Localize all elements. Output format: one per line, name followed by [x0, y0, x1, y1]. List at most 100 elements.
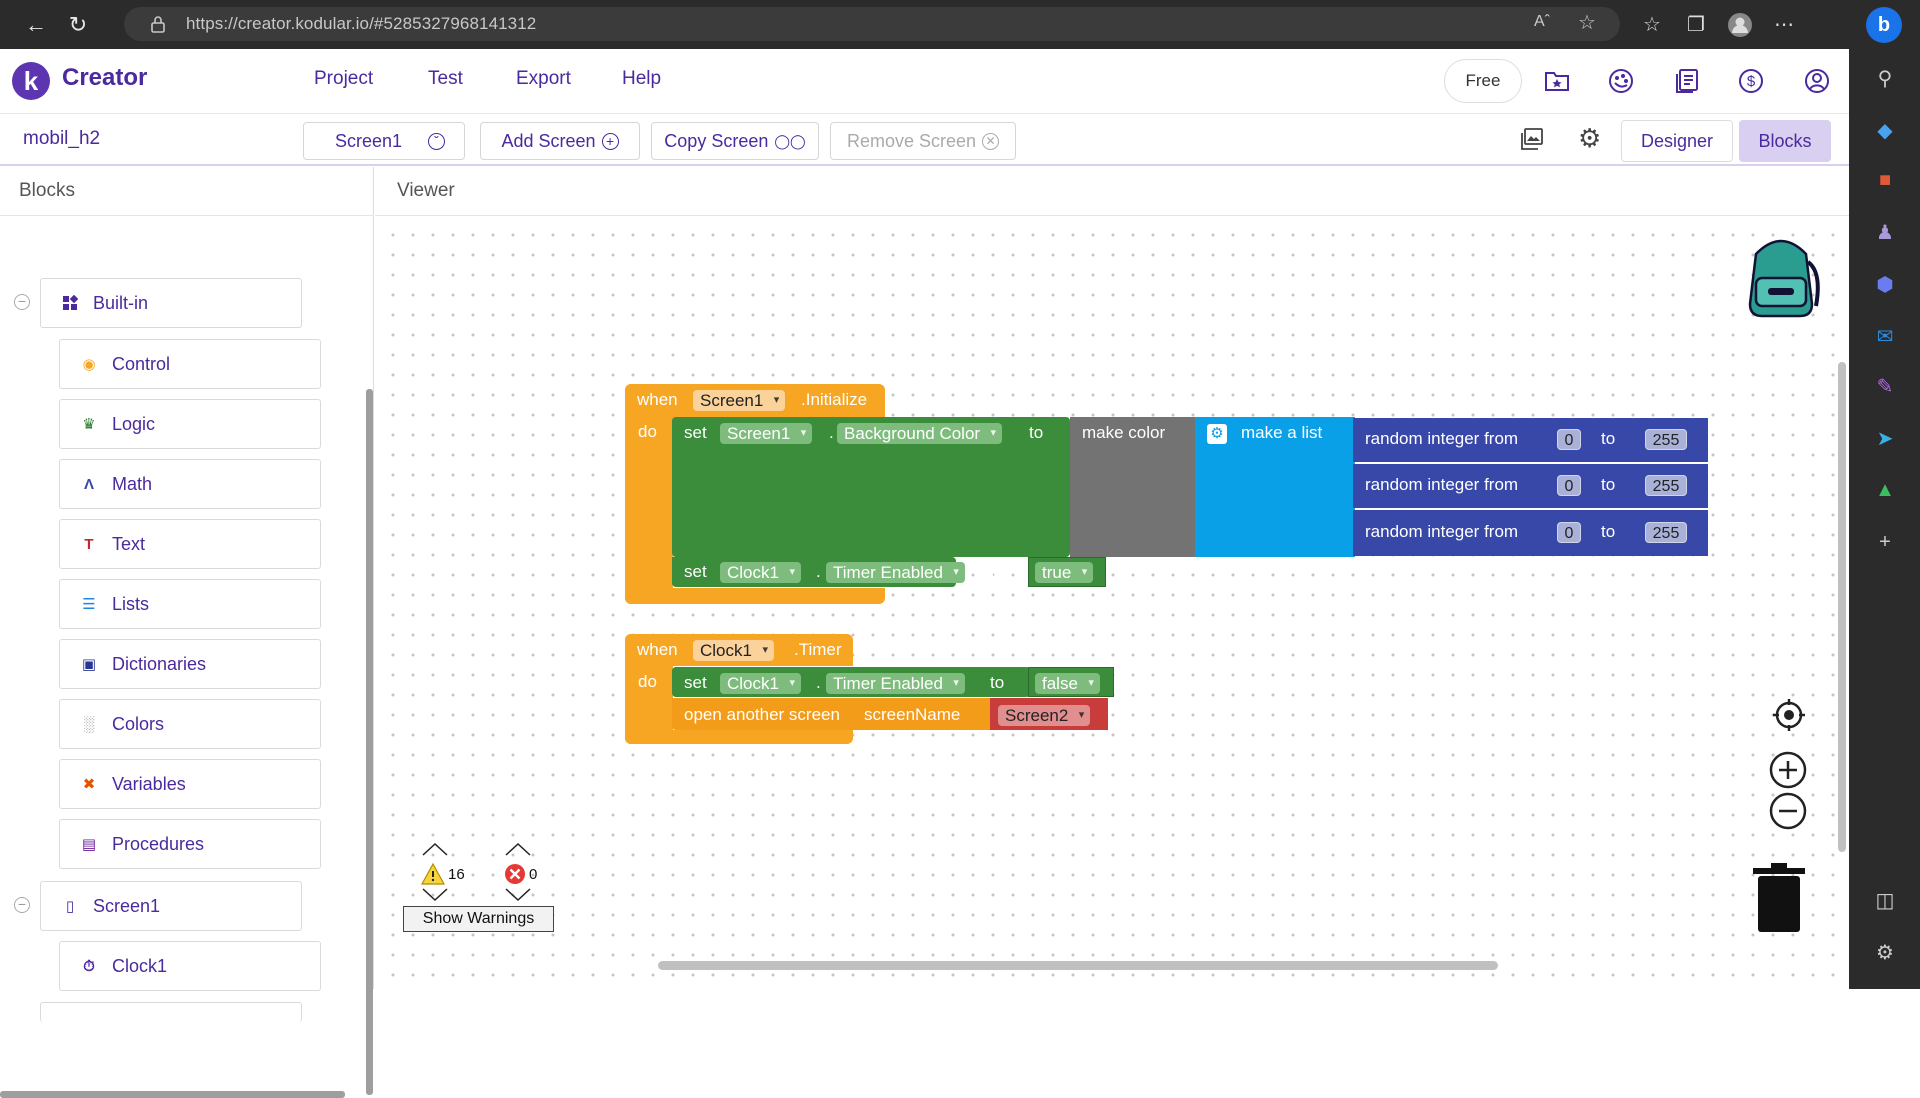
category-variables[interactable]: ✖ Variables — [59, 759, 321, 809]
category-lists[interactable]: ☰ Lists — [59, 579, 321, 629]
favorite-add-icon[interactable]: ☆ — [1578, 10, 1596, 35]
to-number-input[interactable]: 255 — [1645, 429, 1687, 450]
designer-button[interactable]: Designer — [1621, 120, 1733, 162]
blocks-button[interactable]: Blocks — [1739, 120, 1831, 162]
component-dropdown[interactable]: Clock1 — [720, 673, 801, 694]
screen-selector[interactable]: Screen1 ˇ — [303, 122, 465, 160]
refresh-icon[interactable]: ↻ — [60, 7, 96, 43]
read-aloud-icon[interactable]: Aˆ — [1534, 13, 1550, 31]
category-label: Logic — [112, 413, 156, 434]
send-icon[interactable]: ➤ — [1872, 425, 1898, 451]
remove-screen-button[interactable]: Remove Screen ✕ — [830, 122, 1016, 160]
to-number-input[interactable]: 255 — [1645, 475, 1687, 496]
component-dropdown[interactable]: Clock1 — [720, 562, 801, 583]
backpack-icon[interactable] — [1738, 232, 1824, 327]
to-label: to — [1601, 429, 1616, 448]
warnings-prev-icon[interactable] — [420, 842, 450, 856]
screen-name-param: screenName — [864, 705, 961, 724]
collapse-icon[interactable]: − — [14, 294, 30, 310]
errors-next-icon[interactable] — [503, 888, 533, 902]
menu-test[interactable]: Test — [428, 68, 463, 90]
plan-button[interactable]: Free — [1444, 59, 1522, 103]
category-text[interactable]: T Text — [59, 519, 321, 569]
show-warnings-button[interactable]: Show Warnings — [403, 906, 554, 932]
from-number-input[interactable]: 0 — [1557, 522, 1581, 543]
trash-icon[interactable] — [1751, 862, 1807, 939]
category-dictionaries[interactable]: ▣ Dictionaries — [59, 639, 321, 689]
screen-dropdown[interactable]: Screen2 — [998, 705, 1091, 726]
gear-icon[interactable]: ⚙ — [1578, 123, 1601, 154]
category-logic[interactable]: ♛ Logic — [59, 399, 321, 449]
tree-icon[interactable]: ▲ — [1872, 477, 1898, 503]
outlook-icon[interactable]: ✉ — [1872, 323, 1898, 349]
category-math[interactable]: Λ Math — [59, 459, 321, 509]
property-dropdown[interactable]: Timer Enabled — [826, 562, 965, 583]
component-clock1[interactable]: ⏱ Clock1 — [59, 941, 321, 991]
account-icon[interactable] — [1802, 66, 1832, 96]
search-icon[interactable]: ⚲ — [1872, 65, 1898, 91]
menu-project[interactable]: Project — [314, 68, 373, 90]
kodular-logo[interactable]: k — [12, 62, 50, 100]
from-number-input[interactable]: 0 — [1557, 429, 1581, 450]
when-label: when — [637, 640, 678, 659]
folder-star-icon[interactable] — [1542, 66, 1572, 96]
screen-selector-label: Screen1 — [334, 130, 403, 151]
documentation-icon[interactable] — [1672, 66, 1702, 96]
profile-icon[interactable] — [1718, 3, 1762, 47]
add-screen-button[interactable]: Add Screen + — [480, 122, 640, 160]
to-label: to — [990, 673, 1005, 692]
category-procedures[interactable]: ▤ Procedures — [59, 819, 321, 869]
copy-screen-button[interactable]: Copy Screen ◯◯ — [651, 122, 819, 160]
variables-icon: ✖ — [82, 776, 96, 793]
blocks-workspace[interactable] — [375, 217, 1849, 989]
mutator-gear-icon[interactable]: ⚙ — [1207, 424, 1227, 444]
favorites-icon[interactable]: ☆ — [1630, 3, 1674, 47]
from-number-input[interactable]: 0 — [1557, 475, 1581, 496]
to-number-input[interactable]: 255 — [1645, 522, 1687, 543]
tree-item-screen1[interactable]: ▯ Screen1 — [40, 881, 302, 931]
zoom-out-icon[interactable] — [1768, 791, 1808, 836]
shopping-icon[interactable]: ◆ — [1872, 117, 1898, 143]
brand-name[interactable]: Creator — [62, 64, 147, 92]
warnings-next-icon[interactable] — [420, 888, 450, 902]
palette-icon[interactable] — [1606, 66, 1636, 96]
warnings-count: 16 — [448, 866, 465, 883]
more-menu-icon[interactable]: ⋯ — [1762, 3, 1806, 47]
category-label: Math — [112, 473, 153, 494]
dot-label: . — [829, 423, 834, 442]
menu-export[interactable]: Export — [516, 68, 571, 90]
errors-prev-icon[interactable] — [503, 842, 533, 856]
workspace-vertical-scrollbar[interactable] — [1838, 362, 1846, 852]
boolean-dropdown[interactable]: false — [1035, 673, 1100, 694]
zoom-in-icon[interactable] — [1768, 750, 1808, 795]
workspace-horizontal-scrollbar[interactable] — [658, 961, 1498, 970]
category-colors[interactable]: ░ Colors — [59, 699, 321, 749]
recenter-icon[interactable] — [1771, 697, 1807, 738]
component-dropdown[interactable]: Screen1 — [720, 423, 813, 444]
gallery-icon[interactable] — [1520, 127, 1544, 156]
panel-scrollbar[interactable] — [366, 389, 373, 1095]
collections-icon[interactable]: ❐ — [1674, 3, 1718, 47]
settings-icon[interactable]: ⚙ — [1872, 939, 1898, 965]
designer-icon[interactable]: ✎ — [1872, 373, 1898, 399]
menu-help[interactable]: Help — [622, 68, 661, 90]
bing-copilot-icon[interactable]: b — [1866, 7, 1902, 43]
dollar-icon[interactable]: $ — [1736, 66, 1766, 96]
component-dropdown[interactable]: Screen1 — [693, 390, 786, 411]
back-icon[interactable]: ← — [18, 7, 54, 43]
collapse-icon[interactable]: − — [14, 897, 30, 913]
games-icon[interactable]: ♟ — [1872, 219, 1898, 245]
copilot-icon[interactable]: ⬢ — [1872, 271, 1898, 297]
lists-icon: ☰ — [82, 596, 96, 613]
sidebar-layout-icon[interactable]: ◫ — [1872, 887, 1898, 913]
category-control[interactable]: ◉ Control — [59, 339, 321, 389]
tools-icon[interactable]: ■ — [1872, 167, 1898, 193]
panel-horizontal-scrollbar[interactable] — [0, 1091, 345, 1098]
tree-item-built-in[interactable]: Built-in — [40, 278, 302, 328]
address-bar[interactable]: https://creator.kodular.io/#528532796814… — [124, 7, 1620, 41]
property-dropdown[interactable]: Background Color — [837, 423, 1003, 444]
add-icon[interactable]: + — [1872, 529, 1898, 555]
component-dropdown[interactable]: Clock1 — [693, 640, 774, 661]
boolean-dropdown[interactable]: true — [1035, 562, 1094, 583]
property-dropdown[interactable]: Timer Enabled — [826, 673, 965, 694]
